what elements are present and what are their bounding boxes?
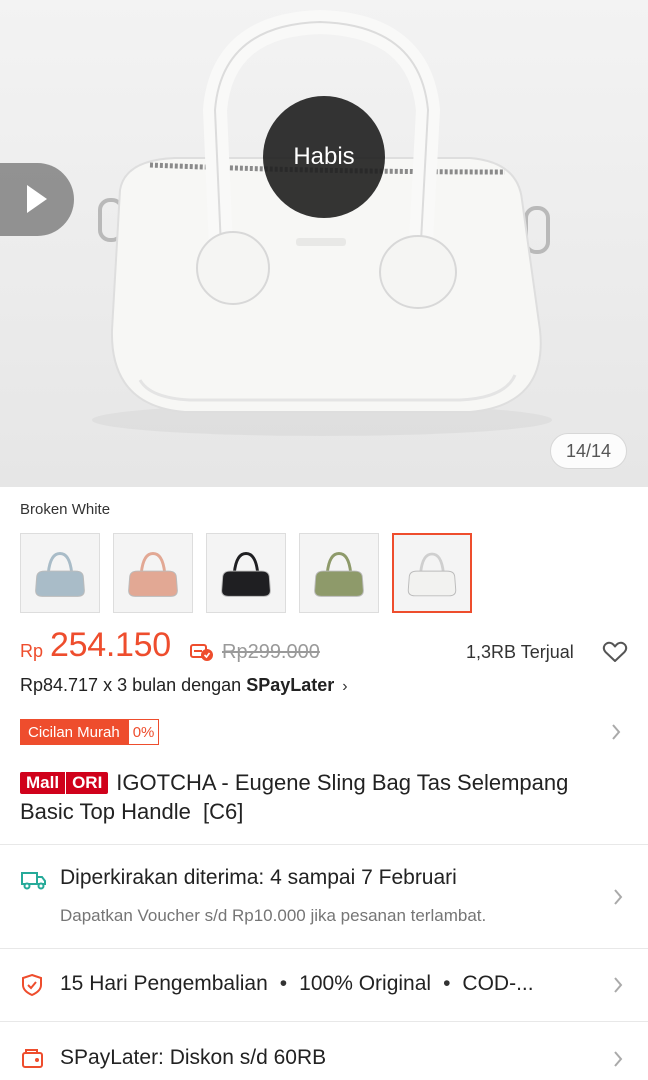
chevron-right-icon[interactable] — [608, 720, 624, 744]
image-counter: 14/14 — [550, 433, 627, 469]
variant-thumb[interactable] — [206, 533, 286, 613]
spaylater-brand: SPayLater — [246, 675, 335, 695]
heart-icon[interactable] — [602, 640, 628, 664]
bag-thumbnail-image — [35, 552, 85, 597]
product-photo — [92, 9, 552, 436]
spaylater-promo-text: SPayLater: Diskon s/d 60RB — [60, 1046, 327, 1069]
late-voucher-text: Dapatkan Voucher s/d Rp10.000 jika pesan… — [60, 906, 487, 925]
cicilan-label: Cicilan Murah — [20, 719, 128, 745]
chevron-right-icon: › — [342, 678, 348, 695]
cicilan-percent: 0% — [127, 719, 160, 745]
variant-thumb[interactable] — [20, 533, 100, 613]
installment-text: Rp84.717 x 3 bulan dengan — [20, 675, 247, 695]
bag-thumbnail-image — [407, 552, 457, 597]
price-currency: Rp — [20, 641, 44, 661]
mall-label: Mall — [20, 771, 66, 794]
spaylater-promo-row[interactable]: SPayLater: Diskon s/d 60RB — [0, 1022, 648, 1080]
variant-thumbnails — [20, 533, 472, 613]
chevron-right-icon — [614, 1051, 623, 1067]
current-price: 254.150 — [50, 626, 171, 664]
variant-thumb[interactable] — [113, 533, 193, 613]
shield-check-icon — [22, 973, 42, 997]
delivery-estimate-text: Diperkirakan diterima: 4 sampai 7 Februa… — [60, 866, 457, 889]
guarantee-return: 15 Hari Pengembalian — [60, 972, 268, 995]
guarantee-original: 100% Original — [299, 972, 432, 995]
price-row: Rp 254.150 Rp299.000 1,3RB Terjual — [20, 626, 628, 666]
guarantee-cod: COD-... — [462, 972, 534, 995]
spaylater-installment-link[interactable]: Rp84.717 x 3 bulan dengan SPayLater › — [20, 675, 348, 696]
guarantee-list: 15 Hari Pengembalian • 100% Original • COD-.… — [60, 972, 534, 995]
bag-thumbnail-image — [128, 552, 178, 597]
chevron-right-icon — [614, 977, 623, 993]
ori-label: ORI — [66, 771, 109, 794]
selected-variant-label: Broken White — [20, 501, 111, 518]
sold-count: 1,3RB Terjual — [466, 642, 574, 662]
chevron-right-icon — [614, 889, 623, 905]
variant-thumb[interactable] — [299, 533, 379, 613]
mall-ori-badge: Mall ORI — [20, 771, 109, 794]
product-title: Mall ORI IGOTCHA - Eugene Sling Bag Tas … — [20, 768, 628, 826]
product-image-gallery[interactable]: Habis 14/14 — [0, 0, 648, 487]
play-video-button[interactable] — [0, 163, 74, 236]
truck-icon — [21, 872, 46, 890]
guarantee-row[interactable]: 15 Hari Pengembalian • 100% Original • COD-.… — [0, 949, 648, 1021]
bag-thumbnail-image — [314, 552, 364, 597]
variant-thumb[interactable] — [392, 533, 472, 613]
original-price: Rp299.000 — [222, 641, 320, 663]
cicilan-badge[interactable]: Cicilan Murah 0% — [20, 719, 160, 745]
coin-discount-icon — [190, 644, 213, 661]
bag-thumbnail-image — [221, 552, 271, 597]
spaylater-wallet-icon — [22, 1049, 43, 1068]
sold-out-badge: Habis — [263, 96, 385, 218]
play-icon — [27, 185, 47, 213]
shipping-estimate-row[interactable]: Diperkirakan diterima: 4 sampai 7 Februa… — [0, 845, 648, 948]
